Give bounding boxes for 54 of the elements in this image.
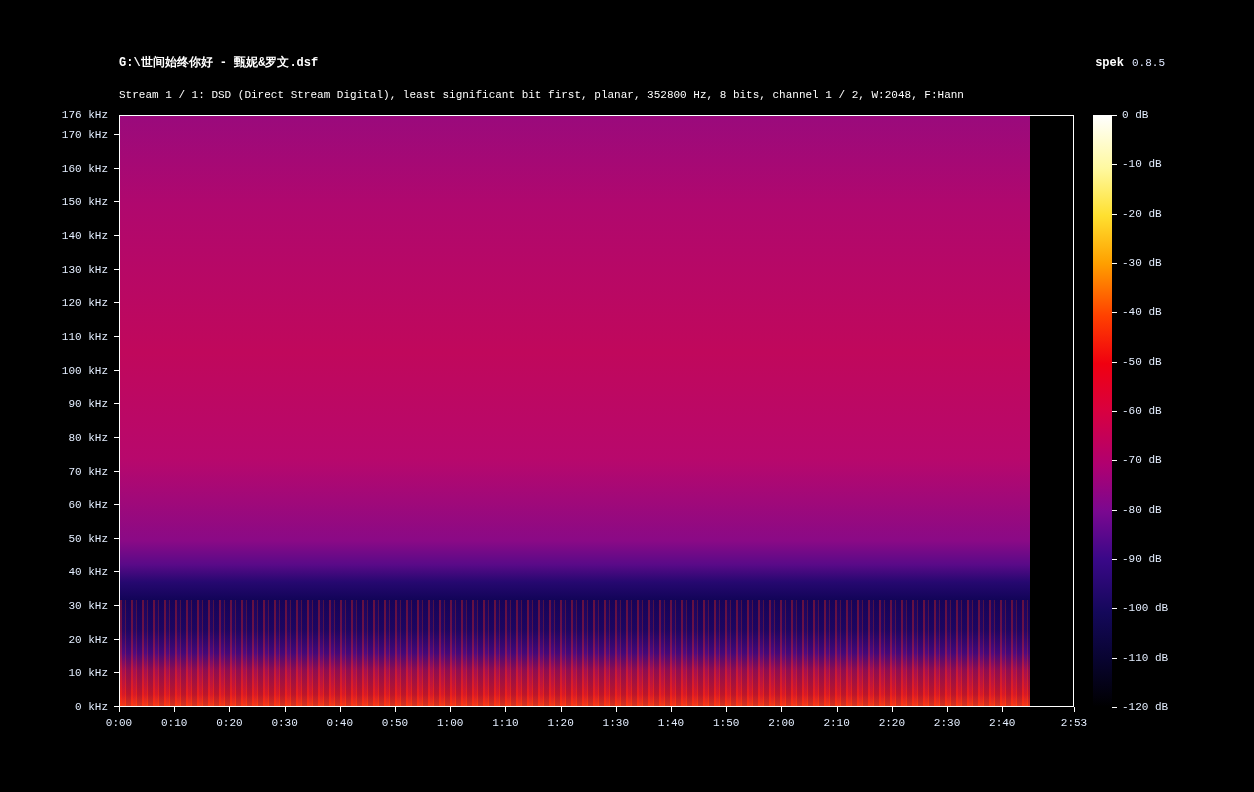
- frequency-label: 90 kHz: [68, 398, 108, 411]
- app-version: 0.8.5: [1132, 57, 1165, 69]
- decibel-label: -40 dB: [1122, 306, 1162, 319]
- frequency-label: 170 kHz: [61, 129, 108, 142]
- frequency-label: 70 kHz: [68, 465, 108, 478]
- time-label: 1:10: [492, 717, 519, 729]
- decibel-label: -100 dB: [1122, 602, 1169, 615]
- decibel-label: -80 dB: [1122, 503, 1162, 516]
- time-label: 0:50: [381, 717, 409, 729]
- decibel-label: -120 dB: [1122, 701, 1169, 713]
- time-label: 0:30: [271, 717, 298, 729]
- frequency-label: 130 kHz: [61, 263, 108, 276]
- frequency-label: 40 kHz: [68, 566, 108, 579]
- decibel-label: -10 dB: [1122, 158, 1162, 171]
- time-label: 1:00: [437, 717, 464, 729]
- frequency-label: 10 kHz: [68, 667, 108, 680]
- time-label: 0:20: [216, 717, 243, 729]
- frequency-label: 176 kHz: [61, 109, 108, 121]
- frequency-label: 60 kHz: [68, 499, 108, 512]
- decibel-label: -60 dB: [1122, 405, 1162, 417]
- frequency-label: 20 kHz: [68, 633, 108, 646]
- time-label: 2:20: [878, 717, 906, 729]
- frequency-label: 160 kHz: [61, 162, 108, 175]
- decibel-label: -70 dB: [1122, 454, 1162, 467]
- time-label: 0:10: [161, 717, 188, 729]
- time-label: 0:00: [105, 717, 133, 729]
- time-label: 1:40: [657, 717, 685, 729]
- time-label: 2:10: [823, 717, 850, 729]
- time-label: 2:00: [768, 717, 795, 729]
- frequency-label: 30 kHz: [68, 600, 108, 613]
- time-label: 1:50: [713, 717, 740, 729]
- frequency-label: 140 kHz: [61, 230, 108, 243]
- frequency-label: 150 kHz: [61, 196, 108, 209]
- decibel-label: -90 dB: [1122, 553, 1162, 565]
- decibel-label: -20 dB: [1122, 207, 1162, 220]
- frequency-label: 50 kHz: [68, 532, 108, 545]
- file-title: G:\世间始终你好 - 甄妮&罗文.dsf: [119, 55, 319, 71]
- stream-info: Stream 1 / 1: DSD (Direct Stream Digital), least significant bit first, planar, 352800 Hz, 8 bits, channel 1 / 2, W:2048, F:Hann: [119, 89, 965, 103]
- decibel-label: -30 dB: [1122, 257, 1162, 269]
- time-label: 1:20: [547, 717, 574, 729]
- time-label: 2:40: [989, 717, 1016, 729]
- frequency-label: 0 kHz: [75, 701, 108, 713]
- frequency-label: 80 kHz: [68, 431, 108, 444]
- time-label: 2:30: [933, 717, 961, 729]
- app-name: spek: [1095, 56, 1124, 70]
- time-label: 1:30: [602, 717, 629, 729]
- frequency-label: 100 kHz: [61, 364, 108, 377]
- frequency-label: 120 kHz: [61, 297, 108, 310]
- decibel-label: 0 dB: [1122, 109, 1149, 121]
- time-label: 0:40: [326, 717, 353, 729]
- decibel-label: -50 dB: [1122, 355, 1162, 368]
- decibel-label: -110 dB: [1122, 651, 1169, 664]
- time-label: 2:53: [1060, 717, 1088, 729]
- frequency-label: 110 kHz: [61, 331, 108, 343]
